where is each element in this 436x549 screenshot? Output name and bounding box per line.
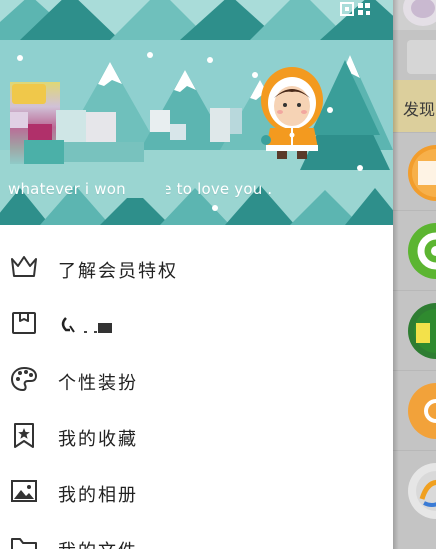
background-list-item[interactable] <box>393 370 436 448</box>
menu-item-photo-album[interactable]: 我的相册 <box>0 462 393 518</box>
redacted-block <box>210 108 230 142</box>
profile-banner[interactable]: whatever i won · tate to love you . <box>0 0 393 225</box>
redacted-block <box>86 112 116 142</box>
background-list-item[interactable] <box>393 450 436 528</box>
app-icon <box>408 383 436 439</box>
menu-item-files[interactable]: 我的文件 <box>0 518 393 549</box>
menu-item-label: 我的文件 <box>58 537 138 549</box>
qr-code-button[interactable] <box>340 2 372 22</box>
redacted-badge <box>12 84 46 104</box>
wallet-icon <box>12 312 36 334</box>
redacted-block <box>150 110 170 132</box>
side-drawer: whatever i won · tate to love you . 了解会员… <box>0 0 393 549</box>
bookmark-star-icon <box>14 423 34 448</box>
redacted-block <box>24 140 64 164</box>
background-page: 发现 <box>393 0 436 549</box>
background-list-item[interactable] <box>393 210 436 288</box>
menu-item-label: 了解会员特权 <box>58 261 178 282</box>
app-icon <box>408 303 436 359</box>
background-avatar <box>393 0 436 30</box>
menu-item-label: 我的相册 <box>58 485 138 506</box>
menu-item-wallet[interactable] <box>0 294 393 350</box>
menu-item-personalize[interactable]: 个性装扮 <box>0 350 393 406</box>
crown-icon <box>11 256 37 277</box>
avatar <box>403 0 436 26</box>
drawer-shadow <box>393 0 399 549</box>
redacted-block <box>170 124 186 140</box>
redacted-label <box>61 317 112 333</box>
redacted-block <box>230 108 242 134</box>
menu-item-favorites[interactable]: 我的收藏 <box>0 406 393 462</box>
photo-icon <box>11 480 37 502</box>
app-icon <box>408 145 436 201</box>
discover-tab-label: 发现 <box>403 100 436 119</box>
redacted-block <box>64 142 144 162</box>
background-search-bar <box>407 40 436 74</box>
qr-code-icon <box>340 2 370 16</box>
background-list-item[interactable] <box>393 132 436 210</box>
palette-icon <box>10 366 38 392</box>
app-icon <box>408 223 436 279</box>
folder-icon <box>11 538 37 549</box>
app-icon <box>408 463 436 519</box>
drawer-menu: 了解会员特权 个性装扮 我的收藏 我的相册 <box>0 238 393 549</box>
menu-item-label: 我的收藏 <box>58 429 138 450</box>
redacted-signature-part <box>126 181 166 198</box>
background-list-item[interactable] <box>393 290 436 368</box>
redacted-block <box>10 112 28 128</box>
redacted-block <box>56 110 86 142</box>
menu-item-vip-privileges[interactable]: 了解会员特权 <box>0 238 393 294</box>
discover-tab[interactable]: 发现 <box>393 80 436 132</box>
menu-item-label: 个性装扮 <box>58 373 138 394</box>
